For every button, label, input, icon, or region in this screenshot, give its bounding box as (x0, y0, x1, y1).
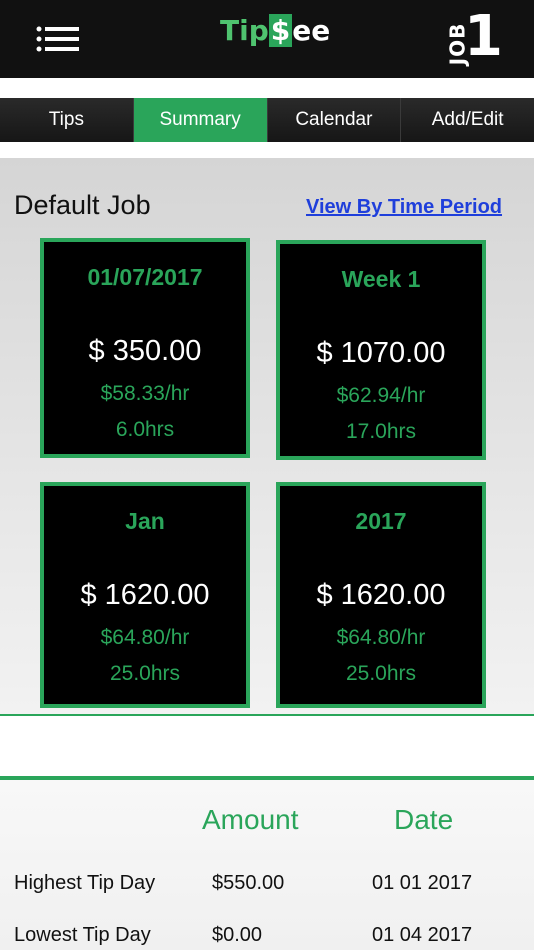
card-amount: $ 1070.00 (316, 337, 446, 369)
tab-add-edit[interactable]: Add/Edit (401, 98, 534, 142)
hamburger-menu-icon[interactable] (36, 26, 80, 52)
row-label-lowest: Lowest Tip Day (14, 924, 151, 946)
job-title: Default Job (14, 190, 151, 220)
logo-dollar: $ (268, 14, 293, 47)
tab-bar: Tips Summary Calendar Add/Edit (0, 98, 534, 142)
card-rate: $64.80/hr (100, 626, 190, 649)
card-title: Jan (125, 508, 165, 534)
card-amount: $ 1620.00 (316, 579, 446, 611)
app-header: Tip$ee JOB 1 (0, 0, 534, 78)
tab-tips[interactable]: Tips (0, 98, 134, 142)
summary-card-year[interactable]: 2017 $ 1620.00 $64.80/hr 25.0hrs (276, 482, 486, 708)
row-date-lowest: 01 04 2017 (372, 924, 473, 946)
row-date-highest: 01 01 2017 (372, 872, 473, 894)
row-amount-lowest: $0.00 (212, 924, 263, 946)
summary-card-day[interactable]: 01/07/2017 $ 350.00 $58.33/hr 6.0hrs (40, 238, 250, 458)
card-hours: 6.0hrs (115, 418, 175, 441)
job-number: 1 (464, 4, 503, 69)
card-hours: 25.0hrs (345, 662, 417, 685)
job-selector[interactable]: JOB 1 (438, 4, 503, 70)
card-amount: $ 350.00 (88, 335, 202, 367)
card-rate: $64.80/hr (336, 626, 426, 649)
tab-calendar[interactable]: Calendar (267, 98, 402, 142)
row-amount-highest: $550.00 (212, 872, 285, 894)
card-title: Week 1 (341, 266, 421, 292)
summary-card-week[interactable]: Week 1 $ 1070.00 $62.94/hr 17.0hrs (276, 240, 486, 460)
column-header-date: Date (394, 804, 454, 835)
card-rate: $58.33/hr (100, 382, 190, 405)
tipsee-logo: Tip$ee (220, 14, 330, 54)
card-title: 01/07/2017 (87, 264, 203, 290)
column-header-amount: Amount (202, 804, 299, 835)
summary-content: Default Job View By Time Period 01/07/20… (0, 158, 534, 714)
card-amount: $ 1620.00 (80, 579, 210, 611)
logo-text-left: Tip (220, 14, 269, 47)
spacer (0, 716, 534, 776)
card-title: 2017 (355, 508, 407, 534)
card-hours: 17.0hrs (345, 420, 417, 443)
summary-card-month[interactable]: Jan $ 1620.00 $64.80/hr 25.0hrs (40, 482, 250, 708)
row-label-highest: Highest Tip Day (14, 872, 156, 894)
logo-text-right: ee (292, 14, 331, 47)
view-by-time-period-link[interactable]: View By Time Period (306, 196, 502, 219)
tab-summary[interactable]: Summary (133, 98, 268, 142)
card-rate: $62.94/hr (336, 384, 426, 407)
tip-stats-table: Amount Date Highest Tip Day $550.00 01 0… (0, 780, 534, 950)
card-hours: 25.0hrs (109, 662, 181, 685)
